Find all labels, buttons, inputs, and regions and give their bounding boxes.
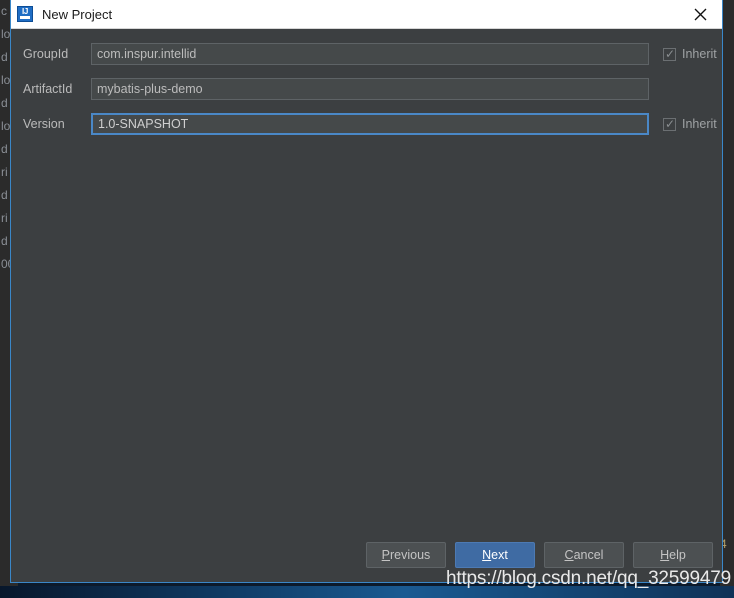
groupid-row: GroupId ✓ Inherit: [11, 42, 722, 66]
version-inherit-checkbox[interactable]: ✓: [663, 116, 676, 131]
artifactid-row: ArtifactId: [11, 77, 722, 101]
groupid-inherit-group[interactable]: ✓ Inherit: [663, 47, 717, 61]
dialog-titlebar: IJ New Project: [11, 0, 722, 29]
cancel-button[interactable]: Cancel: [544, 542, 624, 568]
artifactid-label: ArtifactId: [23, 82, 73, 96]
dialog-button-bar: Previous Next Cancel Help: [11, 542, 722, 568]
artifactid-input[interactable]: [91, 78, 649, 100]
groupid-inherit-label: Inherit: [682, 47, 717, 61]
previous-button-label: revious: [390, 548, 431, 562]
groupid-label: GroupId: [23, 47, 69, 61]
dialog-body: GroupId ✓ Inherit ArtifactId Version ✓ I…: [11, 29, 722, 582]
checkmark-icon: ✓: [665, 46, 676, 61]
next-button-mnemonic: N: [482, 548, 492, 562]
version-label: Version: [23, 117, 65, 131]
cancel-button-label: ancel: [573, 548, 604, 562]
previous-button[interactable]: Previous: [366, 542, 446, 568]
help-button-label: elp: [669, 548, 686, 562]
intellij-idea-icon-text: IJ: [21, 7, 29, 16]
version-inherit-group[interactable]: ✓ Inherit: [663, 117, 717, 131]
version-inherit-label: Inherit: [682, 117, 717, 131]
next-button-label: ext: [491, 548, 508, 562]
windows-taskbar: [0, 586, 734, 598]
help-button-mnemonic: H: [660, 548, 670, 562]
new-project-dialog: IJ New Project GroupId ✓ Inherit Artifa: [10, 0, 723, 583]
window-title: New Project: [42, 6, 113, 22]
version-row: Version ✓ Inherit: [11, 112, 722, 136]
previous-button-mnemonic: P: [381, 548, 391, 562]
groupid-input[interactable]: [91, 43, 649, 65]
help-button[interactable]: Help: [633, 542, 713, 568]
groupid-inherit-checkbox[interactable]: ✓: [663, 46, 676, 61]
close-icon[interactable]: [678, 0, 722, 28]
next-button[interactable]: Next: [455, 542, 535, 568]
checkmark-icon: ✓: [665, 116, 676, 131]
version-input[interactable]: [91, 113, 649, 135]
intellij-idea-icon-bar: [20, 16, 30, 19]
cancel-button-mnemonic: C: [564, 548, 574, 562]
intellij-idea-icon: IJ: [17, 6, 33, 22]
